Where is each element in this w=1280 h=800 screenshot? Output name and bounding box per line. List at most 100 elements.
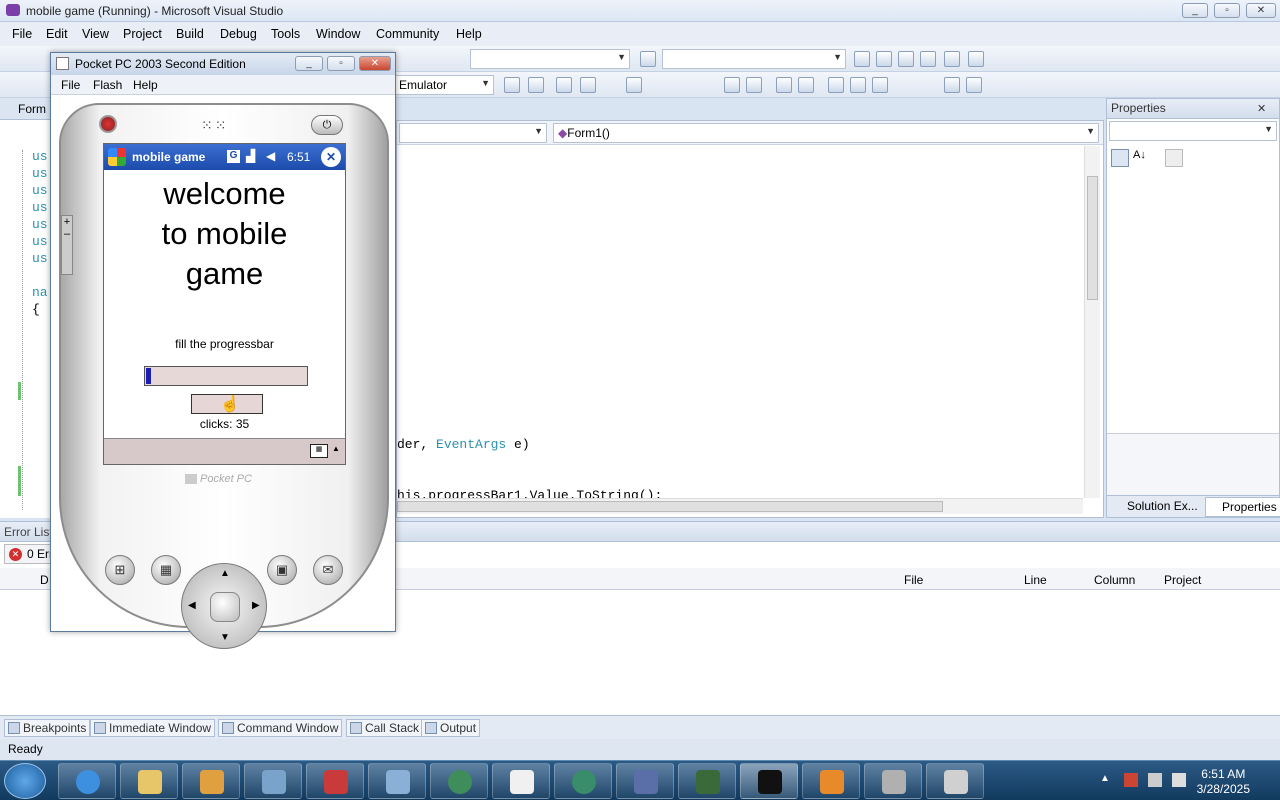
menu-build[interactable]: Build — [176, 27, 204, 41]
contacts-hardware-button[interactable]: ▣ — [267, 555, 297, 585]
ppc-clock[interactable]: 6:51 — [287, 150, 310, 164]
dpad-left-icon[interactable]: ◀ — [188, 600, 196, 611]
config-combo[interactable]: ▼ — [470, 49, 630, 69]
prev-bookmark-icon[interactable] — [850, 77, 866, 93]
column-line[interactable]: Line — [1024, 573, 1047, 587]
taskbar-device[interactable] — [926, 763, 984, 799]
input-panel-arrow-icon[interactable]: ▲ — [332, 444, 340, 453]
find-combo[interactable]: ▼ — [662, 49, 846, 69]
start-page-icon[interactable] — [944, 51, 960, 67]
taskbar-tools[interactable] — [864, 763, 922, 799]
start-button[interactable] — [4, 763, 46, 799]
volume-icon[interactable]: ◀ — [266, 149, 275, 163]
align-left-icon[interactable] — [556, 77, 572, 93]
taskbar-cmd[interactable] — [740, 763, 798, 799]
menu-community[interactable]: Community — [376, 27, 439, 41]
dpad-right-icon[interactable]: ▶ — [252, 600, 260, 611]
menu-help[interactable]: Help — [456, 27, 482, 41]
app-close-button[interactable]: ✕ — [321, 147, 341, 167]
dpad-center-button[interactable] — [210, 592, 240, 622]
taskbar-user[interactable] — [616, 763, 674, 799]
device-screen[interactable]: mobile game G ▟ ◀ 6:51 ✕ welcome to mobi… — [103, 143, 346, 465]
emulator-close-button[interactable]: ✕ — [359, 56, 391, 71]
maximize-button[interactable]: ▫ — [1214, 3, 1240, 18]
calendar-hardware-button[interactable]: ▦ — [151, 555, 181, 585]
tab-output[interactable]: Output — [421, 719, 481, 737]
device-options-icon[interactable] — [528, 77, 544, 93]
taskbar-ie[interactable] — [58, 763, 116, 799]
taskbar-visual-studio[interactable] — [802, 763, 860, 799]
alphabetical-icon[interactable]: A↓ — [1133, 149, 1151, 167]
volume-rocker[interactable]: + – — [61, 215, 73, 275]
menu-file[interactable]: File — [12, 27, 32, 41]
column-description[interactable]: D — [40, 573, 49, 587]
tab-solution-explorer[interactable]: Solution Ex... — [1127, 499, 1198, 513]
taskbar-media[interactable] — [182, 763, 240, 799]
member-combo[interactable]: ◆Form1() ▼ — [553, 123, 1099, 143]
find-icon[interactable] — [640, 51, 656, 67]
column-project[interactable]: Project — [1164, 573, 1201, 587]
tray-expand-icon[interactable]: ▲ — [1100, 773, 1110, 784]
categorized-icon[interactable] — [1111, 149, 1129, 167]
dpad-down-icon[interactable]: ▼ — [220, 632, 230, 643]
dpad-up-icon[interactable]: ▲ — [220, 568, 230, 579]
tab-call-stack[interactable]: Call Stack — [346, 719, 424, 737]
menu-window[interactable]: Window — [316, 27, 360, 41]
emulator-maximize-button[interactable]: ▫ — [327, 56, 355, 71]
property-pages-icon[interactable] — [1165, 149, 1183, 167]
object-browser-icon[interactable] — [898, 51, 914, 67]
tray-network-icon[interactable] — [1148, 773, 1162, 787]
scroll-thumb[interactable] — [397, 501, 943, 512]
align-center-icon[interactable] — [580, 77, 596, 93]
tray-alert-icon[interactable] — [1124, 773, 1138, 787]
bookmark-icon[interactable] — [828, 77, 844, 93]
taskbar-globe[interactable] — [430, 763, 488, 799]
start-hardware-button[interactable]: ⊞ — [105, 555, 135, 585]
clear-bookmarks-icon[interactable] — [966, 77, 982, 93]
type-combo[interactable]: ▼ — [399, 123, 547, 143]
toolbox-icon[interactable] — [920, 51, 936, 67]
menu-tools[interactable]: Tools — [271, 27, 300, 41]
tab-breakpoints[interactable]: Breakpoints — [4, 719, 91, 737]
editor-horizontal-scrollbar[interactable] — [397, 498, 1083, 514]
taskbar-network[interactable] — [368, 763, 426, 799]
editor-vertical-scrollbar[interactable] — [1084, 146, 1100, 498]
taskbar-notepad[interactable] — [492, 763, 550, 799]
emulator-menu-flash[interactable]: Flash — [93, 78, 122, 92]
tab-properties[interactable]: Properties — [1205, 497, 1280, 517]
document-tab-form[interactable]: Form — [18, 102, 46, 116]
comment-icon[interactable] — [776, 77, 792, 93]
windows-flag-icon[interactable] — [108, 148, 126, 166]
connect-device-icon[interactable] — [504, 77, 520, 93]
signal-icon[interactable]: ▟ — [246, 149, 255, 163]
solution-explorer-icon[interactable] — [854, 51, 870, 67]
scroll-thumb[interactable] — [1087, 176, 1098, 300]
object-combo[interactable]: ▼ — [1109, 121, 1277, 141]
keyboard-icon[interactable]: ▦ — [310, 444, 328, 458]
tray-clock[interactable]: 6:51 AM 3/28/2025 — [1197, 767, 1250, 797]
taskbar-globe2[interactable] — [554, 763, 612, 799]
next-bookmark-folder-icon[interactable] — [944, 77, 960, 93]
taskbar-terminal[interactable] — [678, 763, 736, 799]
dpad[interactable]: ▲ ▼ ◀ ▶ — [181, 563, 267, 649]
menu-debug[interactable]: Debug — [220, 27, 257, 41]
menu-view[interactable]: View — [82, 27, 109, 41]
layout-icon[interactable] — [626, 77, 642, 93]
power-button[interactable]: ⏻ — [311, 115, 343, 135]
column-file[interactable]: File — [904, 573, 923, 587]
tab-command-window[interactable]: Command Window — [218, 719, 343, 737]
emulator-minimize-button[interactable]: _ — [295, 56, 323, 71]
command-window-icon[interactable] — [968, 51, 984, 67]
emulator-menu-file[interactable]: File — [61, 78, 80, 92]
next-bookmark-icon[interactable] — [872, 77, 888, 93]
properties-icon[interactable] — [876, 51, 892, 67]
inbox-hardware-button[interactable]: ✉ — [313, 555, 343, 585]
outdent-icon[interactable] — [746, 77, 762, 93]
tray-volume-icon[interactable] — [1172, 773, 1186, 787]
taskbar-toolbox[interactable] — [306, 763, 364, 799]
code-editor[interactable]: ▼ ◆Form1() ▼ der, EventArgs e) his.progre… — [396, 120, 1104, 518]
uncomment-icon[interactable] — [798, 77, 814, 93]
close-button[interactable]: ✕ — [1246, 3, 1276, 18]
menu-edit[interactable]: Edit — [46, 27, 68, 41]
taskbar-computer[interactable] — [244, 763, 302, 799]
